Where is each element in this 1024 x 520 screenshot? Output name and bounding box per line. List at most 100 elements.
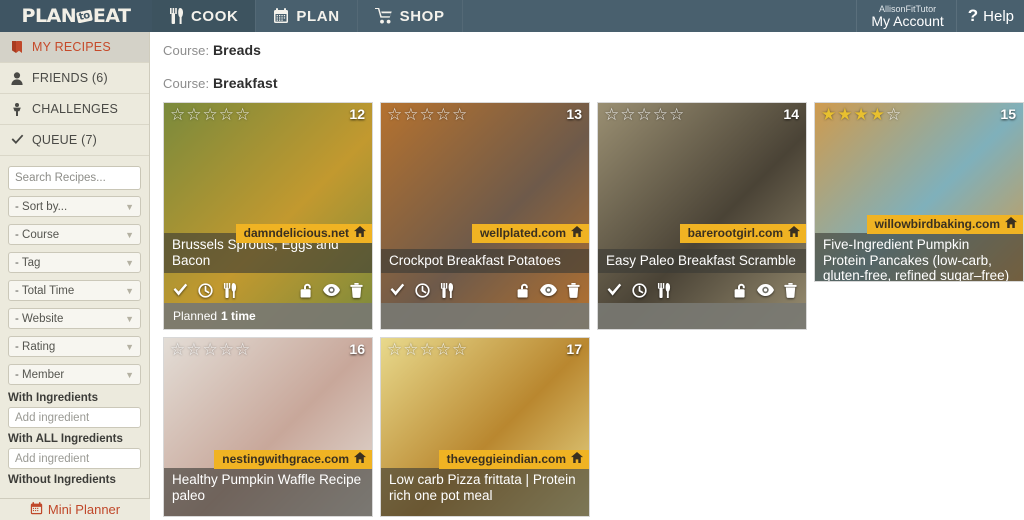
- rating-star[interactable]: ☆: [436, 341, 451, 358]
- with-ingredients-input[interactable]: Add ingredient: [8, 407, 141, 428]
- recipe-card[interactable]: ☆ ☆ ☆ ☆ ☆ 13 wellplated.com Crockpot Breakfast …: [380, 102, 590, 330]
- rating-stars[interactable]: ★ ★ ★ ★ ☆: [821, 106, 901, 123]
- clock-icon[interactable]: [632, 282, 647, 298]
- rating-star[interactable]: ☆: [420, 106, 435, 123]
- sidebar-item-challenges[interactable]: CHALLENGES: [0, 94, 149, 125]
- rating-star[interactable]: ☆: [235, 341, 250, 358]
- recipe-title[interactable]: Low carb Pizza frittata | Protein rich o…: [381, 468, 589, 516]
- rating-star[interactable]: ☆: [403, 106, 418, 123]
- rating-stars[interactable]: ☆ ☆ ☆ ☆ ☆: [604, 106, 684, 123]
- home-icon[interactable]: [354, 452, 366, 466]
- fork-knife-icon[interactable]: [657, 282, 671, 298]
- help-link[interactable]: ? Help: [955, 0, 1024, 32]
- home-icon[interactable]: [354, 226, 366, 240]
- rating-star[interactable]: ☆: [235, 106, 250, 123]
- source-website-badge[interactable]: theveggieindian.com: [438, 450, 589, 469]
- clock-icon[interactable]: [415, 282, 430, 298]
- trash-icon[interactable]: [350, 282, 363, 298]
- check-icon[interactable]: [173, 283, 188, 297]
- fork-knife-icon[interactable]: [440, 282, 454, 298]
- source-website-badge[interactable]: barerootgirl.com: [679, 224, 806, 243]
- rating-star[interactable]: ★: [870, 106, 885, 123]
- eye-icon[interactable]: [757, 284, 774, 296]
- rating-star[interactable]: ☆: [170, 341, 185, 358]
- rating-star[interactable]: ☆: [669, 106, 684, 123]
- rating-star[interactable]: ★: [837, 106, 852, 123]
- filter-course[interactable]: - Course ▼: [8, 224, 141, 245]
- recipe-card[interactable]: ☆ ☆ ☆ ☆ ☆ 12 damndelicious.net Brussels Sprouts…: [163, 102, 373, 330]
- rating-star[interactable]: ☆: [387, 106, 402, 123]
- recipe-title[interactable]: Healthy Pumpkin Waffle Recipe paleo: [164, 468, 372, 516]
- filter-sort-by[interactable]: - Sort by... ▼: [8, 196, 141, 217]
- rating-star[interactable]: ☆: [203, 106, 218, 123]
- rating-star[interactable]: ☆: [403, 341, 418, 358]
- filter-tag[interactable]: - Tag ▼: [8, 252, 141, 273]
- tab-shop[interactable]: SHOP: [358, 0, 463, 32]
- tab-cook[interactable]: COOK: [152, 0, 257, 32]
- rating-stars[interactable]: ☆ ☆ ☆ ☆ ☆: [170, 106, 250, 123]
- search-input[interactable]: [15, 172, 169, 184]
- with-all-ingredients-input[interactable]: Add ingredient: [8, 448, 141, 469]
- sidebar-item-queue[interactable]: QUEUE (7): [0, 125, 149, 156]
- recipe-title[interactable]: Five-Ingredient Pumpkin Protein Pancakes…: [815, 233, 1023, 281]
- rating-stars[interactable]: ☆ ☆ ☆ ☆ ☆: [387, 106, 467, 123]
- rating-star[interactable]: ☆: [620, 106, 635, 123]
- sidebar-item-my-recipes[interactable]: MY RECIPES: [0, 32, 149, 63]
- recipe-card[interactable]: ☆ ☆ ☆ ☆ ☆ 17 theveggieindian.com Low carb Pizza…: [380, 337, 590, 517]
- recipe-card[interactable]: ★ ★ ★ ★ ☆ 15 willowbirdbaking.com Five-Ingredie…: [814, 102, 1024, 282]
- home-icon[interactable]: [571, 226, 583, 240]
- home-icon[interactable]: [1005, 217, 1017, 231]
- source-website-badge[interactable]: willowbirdbaking.com: [866, 215, 1023, 234]
- filter-member[interactable]: - Member ▼: [8, 364, 141, 385]
- source-website-badge[interactable]: damndelicious.net: [235, 224, 372, 243]
- recipe-title[interactable]: Crockpot Breakfast Potatoes: [381, 248, 589, 273]
- sidebar-item-friends[interactable]: FRIENDS (6): [0, 63, 149, 94]
- home-icon[interactable]: [788, 226, 800, 240]
- rating-star[interactable]: ☆: [886, 106, 901, 123]
- check-icon[interactable]: [607, 283, 622, 297]
- unlock-icon[interactable]: [517, 283, 530, 298]
- filter-rating[interactable]: - Rating ▼: [8, 336, 141, 357]
- rating-star[interactable]: ☆: [387, 341, 402, 358]
- rating-star[interactable]: ☆: [203, 341, 218, 358]
- rating-star[interactable]: ☆: [186, 341, 201, 358]
- rating-star[interactable]: ☆: [452, 341, 467, 358]
- eye-icon[interactable]: [323, 284, 340, 296]
- mini-planner-button[interactable]: Mini Planner: [0, 498, 150, 520]
- home-icon[interactable]: [571, 452, 583, 466]
- eye-icon[interactable]: [540, 284, 557, 296]
- rating-star[interactable]: ★: [854, 106, 869, 123]
- course-heading-breads: Course: Breads: [163, 42, 1024, 58]
- rating-star[interactable]: ☆: [170, 106, 185, 123]
- recipe-card[interactable]: ☆ ☆ ☆ ☆ ☆ 14 barerootgirl.com Easy Paleo Breakf…: [597, 102, 807, 330]
- my-account-menu[interactable]: AllisonFitTutor My Account: [856, 0, 955, 32]
- app-logo[interactable]: PLAN to EAT: [0, 0, 152, 32]
- rating-star[interactable]: ☆: [219, 106, 234, 123]
- rating-star[interactable]: ☆: [436, 106, 451, 123]
- rating-star[interactable]: ☆: [604, 106, 619, 123]
- trash-icon[interactable]: [784, 282, 797, 298]
- rating-stars[interactable]: ☆ ☆ ☆ ☆ ☆: [170, 341, 250, 358]
- fork-knife-icon[interactable]: [223, 282, 237, 298]
- rating-star[interactable]: ☆: [637, 106, 652, 123]
- rating-star[interactable]: ★: [821, 106, 836, 123]
- clock-icon[interactable]: [198, 282, 213, 298]
- rating-star[interactable]: ☆: [219, 341, 234, 358]
- unlock-icon[interactable]: [300, 283, 313, 298]
- rating-stars[interactable]: ☆ ☆ ☆ ☆ ☆: [387, 341, 467, 358]
- source-website-badge[interactable]: wellplated.com: [471, 224, 589, 243]
- recipe-title[interactable]: Easy Paleo Breakfast Scramble: [598, 248, 806, 273]
- rating-star[interactable]: ☆: [420, 341, 435, 358]
- rating-star[interactable]: ☆: [452, 106, 467, 123]
- check-icon[interactable]: [390, 283, 405, 297]
- rating-star[interactable]: ☆: [186, 106, 201, 123]
- rating-star[interactable]: ☆: [653, 106, 668, 123]
- source-website-badge[interactable]: nestingwithgrace.com: [214, 450, 372, 469]
- trash-icon[interactable]: [567, 282, 580, 298]
- tab-plan[interactable]: PLAN: [256, 0, 358, 32]
- unlock-icon[interactable]: [734, 283, 747, 298]
- filter-total-time[interactable]: - Total Time ▼: [8, 280, 141, 301]
- search-recipes-box[interactable]: [8, 166, 182, 190]
- recipe-card[interactable]: ☆ ☆ ☆ ☆ ☆ 16 nestingwithgrace.com Healthy Pumpk…: [163, 337, 373, 517]
- filter-website[interactable]: - Website ▼: [8, 308, 141, 329]
